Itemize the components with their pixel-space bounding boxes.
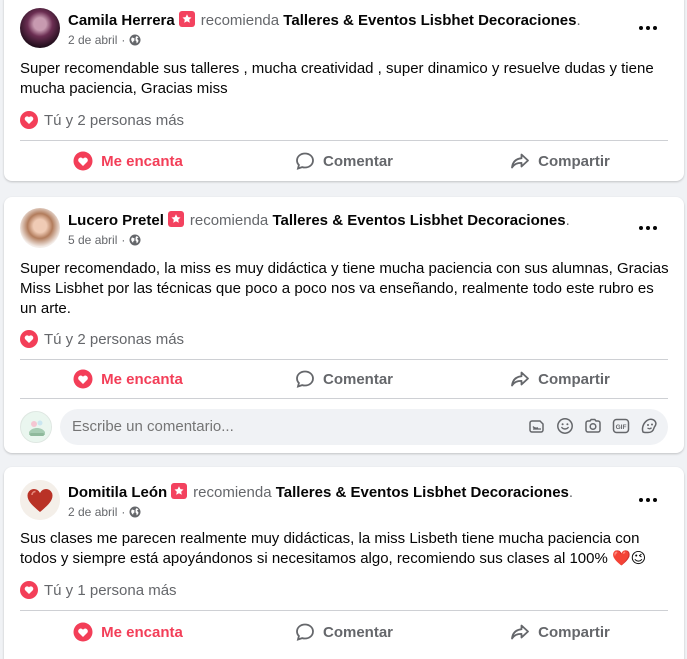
emoji-icon[interactable]	[556, 417, 574, 435]
heart-icon	[20, 111, 38, 129]
page-name[interactable]: Talleres & Eventos Lisbhet Decoraciones	[272, 212, 565, 229]
reaction-summary[interactable]: Tú y 1 persona más	[20, 579, 177, 601]
author-name[interactable]: Domitila León	[68, 484, 167, 501]
reaction-count: Tú y 2 personas más	[44, 111, 185, 129]
action-bar: Me encanta Comentar Compartir	[20, 614, 668, 650]
current-user-avatar[interactable]	[20, 411, 52, 443]
heart-icon	[20, 330, 38, 348]
reaction-count: Tú y 1 persona más	[44, 581, 177, 599]
globe-icon	[129, 234, 141, 246]
avatar[interactable]	[20, 8, 60, 48]
post-date: 5 de abril ·	[68, 233, 141, 247]
post-header: Camila Herrera recomienda Talleres & Even…	[68, 11, 581, 29]
recommends-label: recomienda	[193, 484, 272, 501]
camera-icon[interactable]	[584, 417, 602, 435]
reaction-count: Tú y 2 personas más	[44, 330, 185, 348]
comment-input[interactable]	[72, 409, 512, 445]
love-button[interactable]: Me encanta	[20, 361, 236, 397]
share-icon	[511, 624, 530, 640]
page-name[interactable]: Talleres & Eventos Lisbhet Decoraciones	[276, 484, 569, 501]
author-name[interactable]: Camila Herrera	[68, 12, 175, 29]
share-button[interactable]: Compartir	[452, 614, 668, 650]
recommends-label: recomienda	[189, 212, 269, 229]
action-bar: Me encanta Comentar Compartir	[20, 361, 668, 397]
date-text[interactable]: 2 de abril	[68, 505, 117, 519]
reaction-summary[interactable]: Tú y 2 personas más	[20, 109, 184, 131]
comment-label: Comentar	[322, 152, 393, 170]
more-options-icon[interactable]	[634, 18, 662, 38]
svg-text:GIF: GIF	[616, 424, 627, 431]
avatar-sticker-icon[interactable]	[640, 417, 658, 435]
review-text: Super recomendado, la miss es muy didáct…	[20, 260, 669, 317]
post-date: 2 de abril ·	[68, 33, 141, 47]
comment-icon	[296, 623, 314, 641]
comment-icon	[296, 152, 314, 170]
divider	[20, 140, 668, 141]
date-text[interactable]: 2 de abril	[68, 33, 117, 47]
heart-icon	[20, 581, 38, 599]
divider	[20, 359, 668, 360]
love-label: Me encanta	[101, 152, 183, 170]
heart-icon	[73, 151, 93, 171]
comment-box: GIF	[60, 409, 668, 445]
page-name[interactable]: Talleres & Eventos Lisbhet Decoraciones	[283, 12, 576, 29]
comment-button[interactable]: Comentar	[236, 614, 452, 650]
action-bar: Me encanta Comentar Compartir	[20, 143, 668, 179]
more-options-icon[interactable]	[634, 218, 662, 238]
share-button[interactable]: Compartir	[452, 361, 668, 397]
globe-icon	[129, 34, 141, 46]
share-button[interactable]: Compartir	[452, 143, 668, 179]
post-header: Domitila León recomienda Talleres & Event…	[68, 483, 574, 501]
reaction-summary[interactable]: Tú y 2 personas más	[20, 328, 184, 350]
review-text: Super recomendable sus talleres , mucha …	[20, 60, 654, 97]
gif-icon[interactable]: GIF	[612, 417, 630, 435]
comment-composer: GIF	[20, 409, 668, 445]
avatar[interactable]	[20, 480, 60, 520]
avatar[interactable]	[20, 208, 60, 248]
love-button[interactable]: Me encanta	[20, 614, 236, 650]
love-label: Me encanta	[101, 370, 183, 388]
comment-icon	[296, 370, 314, 388]
share-icon	[511, 153, 530, 169]
review-card: Camila Herrera recomienda Talleres & Even…	[4, 0, 684, 181]
sticker-icon[interactable]	[528, 417, 546, 435]
share-icon	[511, 371, 530, 387]
more-options-icon[interactable]	[634, 490, 662, 510]
review-text: Sus clases me parecen realmente muy didá…	[20, 530, 647, 567]
comment-label: Comentar	[322, 370, 393, 388]
review-card: Domitila León recomienda Talleres & Event…	[4, 467, 684, 659]
post-date: 2 de abril ·	[68, 505, 141, 519]
share-label: Compartir	[538, 623, 610, 641]
comment-button[interactable]: Comentar	[236, 143, 452, 179]
heart-icon	[73, 622, 93, 642]
heart-icon	[73, 369, 93, 389]
globe-icon	[129, 506, 141, 518]
post-header: Lucero Pretel recomienda Talleres & Event…	[68, 211, 570, 229]
recommend-badge-icon	[171, 483, 188, 499]
recommend-badge-icon	[178, 11, 195, 27]
review-card: Lucero Pretel recomienda Talleres & Event…	[4, 197, 684, 453]
divider	[20, 610, 668, 611]
share-label: Compartir	[538, 370, 610, 388]
divider	[20, 398, 668, 399]
recommend-badge-icon	[167, 211, 184, 227]
share-label: Compartir	[538, 152, 610, 170]
date-text[interactable]: 5 de abril	[68, 233, 117, 247]
love-button[interactable]: Me encanta	[20, 143, 236, 179]
author-name[interactable]: Lucero Pretel	[68, 212, 164, 229]
recommends-label: recomienda	[200, 12, 280, 29]
comment-label: Comentar	[322, 623, 393, 641]
comment-button[interactable]: Comentar	[236, 361, 452, 397]
love-label: Me encanta	[101, 623, 183, 641]
comment-tools: GIF	[528, 417, 658, 435]
